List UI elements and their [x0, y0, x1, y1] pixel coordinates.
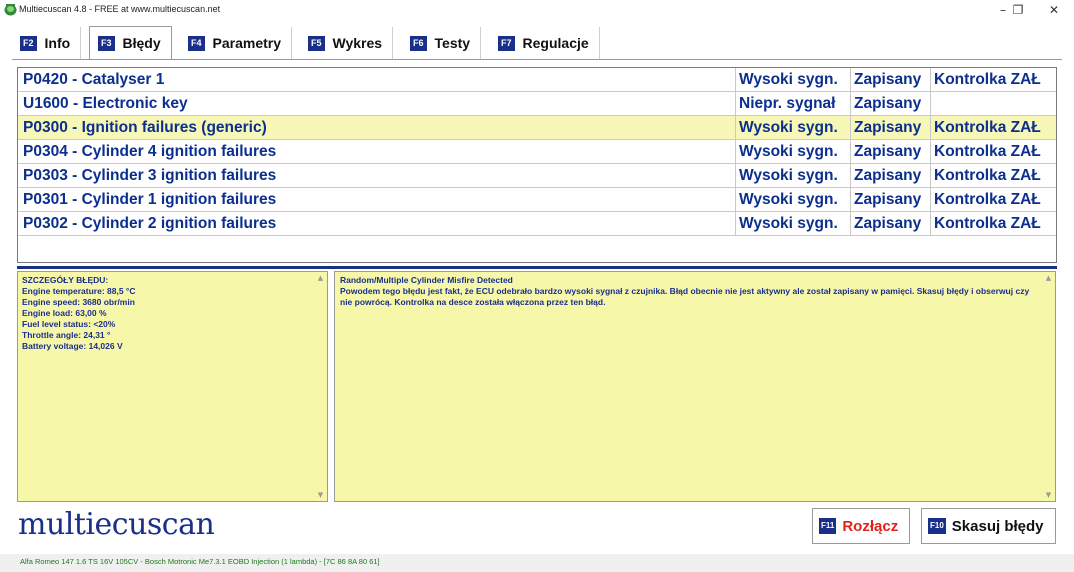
tab-info[interactable]: F2 Info: [12, 27, 82, 59]
error-signal: Niepr. sygnał: [735, 92, 850, 115]
error-status: Zapisany: [850, 164, 930, 187]
error-row-selected[interactable]: P0300 - Ignition failures (generic) Wyso…: [18, 116, 1056, 140]
error-details-text: SZCZEGÓŁY BŁĘDU: Engine temperature: 88,…: [22, 275, 135, 352]
scroll-down-icon[interactable]: ▼: [314, 489, 327, 501]
details-line: Engine speed: 3680 obr/min: [22, 297, 135, 307]
multiecuscan-app-icon: [4, 4, 17, 16]
error-lamp: [930, 92, 1056, 115]
error-details-pane[interactable]: SZCZEGÓŁY BŁĘDU: Engine temperature: 88,…: [17, 271, 328, 502]
error-status: Zapisany: [850, 116, 930, 139]
scroll-up-icon[interactable]: ▲: [314, 272, 327, 284]
tab-regulacje[interactable]: F7 Regulacje: [490, 27, 600, 59]
details-line: Battery voltage: 14,026 V: [22, 341, 123, 351]
error-signal: Wysoki sygn.: [735, 164, 850, 187]
error-row[interactable]: P0301 - Cylinder 1 ignition failures Wys…: [18, 188, 1056, 212]
error-description-text: Random/Multiple Cylinder Misfire Detecte…: [340, 275, 1037, 308]
tab-label: Wykres: [332, 35, 383, 51]
tab-label: Info: [44, 35, 71, 51]
error-description: P0303 - Cylinder 3 ignition failures: [23, 167, 277, 184]
tab-label: Błędy: [122, 35, 161, 51]
description-heading: Random/Multiple Cylinder Misfire Detecte…: [340, 275, 513, 285]
error-status: Zapisany: [850, 188, 930, 211]
tab-label: Testy: [434, 35, 471, 51]
error-signal: Wysoki sygn.: [735, 116, 850, 139]
details-line: Engine load: 63,00 %: [22, 308, 107, 318]
scroll-up-icon[interactable]: ▲: [1042, 272, 1055, 284]
tab-key-badge: F2: [20, 35, 37, 51]
details-line: Fuel level status: <20%: [22, 319, 116, 329]
disconnect-label: Rozłącz: [842, 517, 899, 535]
tab-key-badge: F3: [98, 35, 115, 51]
disconnect-button[interactable]: F11 Rozłącz: [812, 508, 910, 544]
error-status: Zapisany: [850, 212, 930, 235]
description-scrollbar[interactable]: ▲ ▼: [1042, 272, 1055, 501]
error-lamp: Kontrolka ZAŁ: [930, 188, 1056, 211]
tab-key-badge: F6: [410, 35, 427, 51]
error-description: P0420 - Catalyser 1: [23, 71, 165, 88]
details-line: Throttle angle: 24,31 °: [22, 330, 111, 340]
description-body: Powodem tego błędu jest fakt, że ECU ode…: [340, 286, 1030, 307]
error-row[interactable]: P0302 - Cylinder 2 ignition failures Wys…: [18, 212, 1056, 236]
error-signal: Wysoki sygn.: [735, 140, 850, 163]
button-key-badge: F11: [819, 518, 837, 534]
tab-key-badge: F4: [188, 35, 205, 51]
tab-testy[interactable]: F6 Testy: [402, 27, 482, 59]
error-signal: Wysoki sygn.: [735, 212, 850, 235]
error-description: P0300 - Ignition failures (generic): [23, 119, 267, 136]
tab-wykres[interactable]: F5 Wykres: [300, 27, 394, 59]
error-row[interactable]: P0420 - Catalyser 1 Wysoki sygn. Zapisan…: [18, 68, 1056, 92]
tab-label: Parametry: [212, 35, 282, 51]
status-bar: Alfa Romeo 147 1.6 TS 16V 105CV - Bosch …: [0, 554, 1074, 572]
close-button[interactable]: ✕: [1036, 0, 1072, 20]
maximize-button[interactable]: ❐: [1003, 0, 1033, 20]
details-line: Engine temperature: 88,5 °C: [22, 286, 136, 296]
error-signal: Wysoki sygn.: [735, 68, 850, 91]
window-title: Multiecuscan 4.8 - FREE at www.multiecus…: [19, 4, 221, 14]
error-row[interactable]: P0303 - Cylinder 3 ignition failures Wys…: [18, 164, 1056, 188]
button-key-badge: F10: [928, 518, 946, 534]
error-lamp: Kontrolka ZAŁ: [930, 116, 1056, 139]
clear-errors-label: Skasuj błędy: [951, 517, 1044, 535]
tab-label: Regulacje: [522, 35, 589, 51]
multiecuscan-logo: multiecuscan: [18, 507, 215, 542]
error-signal: Wysoki sygn.: [735, 188, 850, 211]
error-status: Zapisany: [850, 68, 930, 91]
error-list[interactable]: P0420 - Catalyser 1 Wysoki sygn. Zapisan…: [17, 67, 1057, 263]
details-scrollbar[interactable]: ▲ ▼: [314, 272, 327, 501]
clear-errors-button[interactable]: F10 Skasuj błędy: [921, 508, 1056, 544]
scroll-down-icon[interactable]: ▼: [1042, 489, 1055, 501]
error-lamp: Kontrolka ZAŁ: [930, 68, 1056, 91]
error-lamp: Kontrolka ZAŁ: [930, 140, 1056, 163]
error-row[interactable]: U1600 - Electronic key Niepr. sygnał Zap…: [18, 92, 1056, 116]
tab-bledy[interactable]: F3 Błędy: [89, 26, 172, 59]
tab-key-badge: F7: [498, 35, 515, 51]
tab-underline: [12, 59, 1062, 60]
error-row[interactable]: P0304 - Cylinder 4 ignition failures Wys…: [18, 140, 1056, 164]
error-lamp: Kontrolka ZAŁ: [930, 164, 1056, 187]
error-description: P0301 - Cylinder 1 ignition failures: [23, 191, 277, 208]
section-divider: [17, 266, 1057, 269]
title-bar: Multiecuscan 4.8 - FREE at www.multiecus…: [0, 0, 1074, 20]
error-status: Zapisany: [850, 92, 930, 115]
error-lamp: Kontrolka ZAŁ: [930, 212, 1056, 235]
tab-bar: F2 Info F3 Błędy F4 Parametry F5 Wykres …: [12, 26, 1062, 59]
error-description: P0304 - Cylinder 4 ignition failures: [23, 143, 277, 160]
error-status: Zapisany: [850, 140, 930, 163]
tab-key-badge: F5: [308, 35, 325, 51]
vehicle-ecu-status: Alfa Romeo 147 1.6 TS 16V 105CV - Bosch …: [20, 557, 380, 566]
error-description-pane[interactable]: Random/Multiple Cylinder Misfire Detecte…: [334, 271, 1056, 502]
error-description: P0302 - Cylinder 2 ignition failures: [23, 215, 277, 232]
error-description: U1600 - Electronic key: [23, 95, 188, 112]
tab-parametry[interactable]: F4 Parametry: [180, 27, 293, 59]
details-heading: SZCZEGÓŁY BŁĘDU:: [22, 275, 109, 285]
